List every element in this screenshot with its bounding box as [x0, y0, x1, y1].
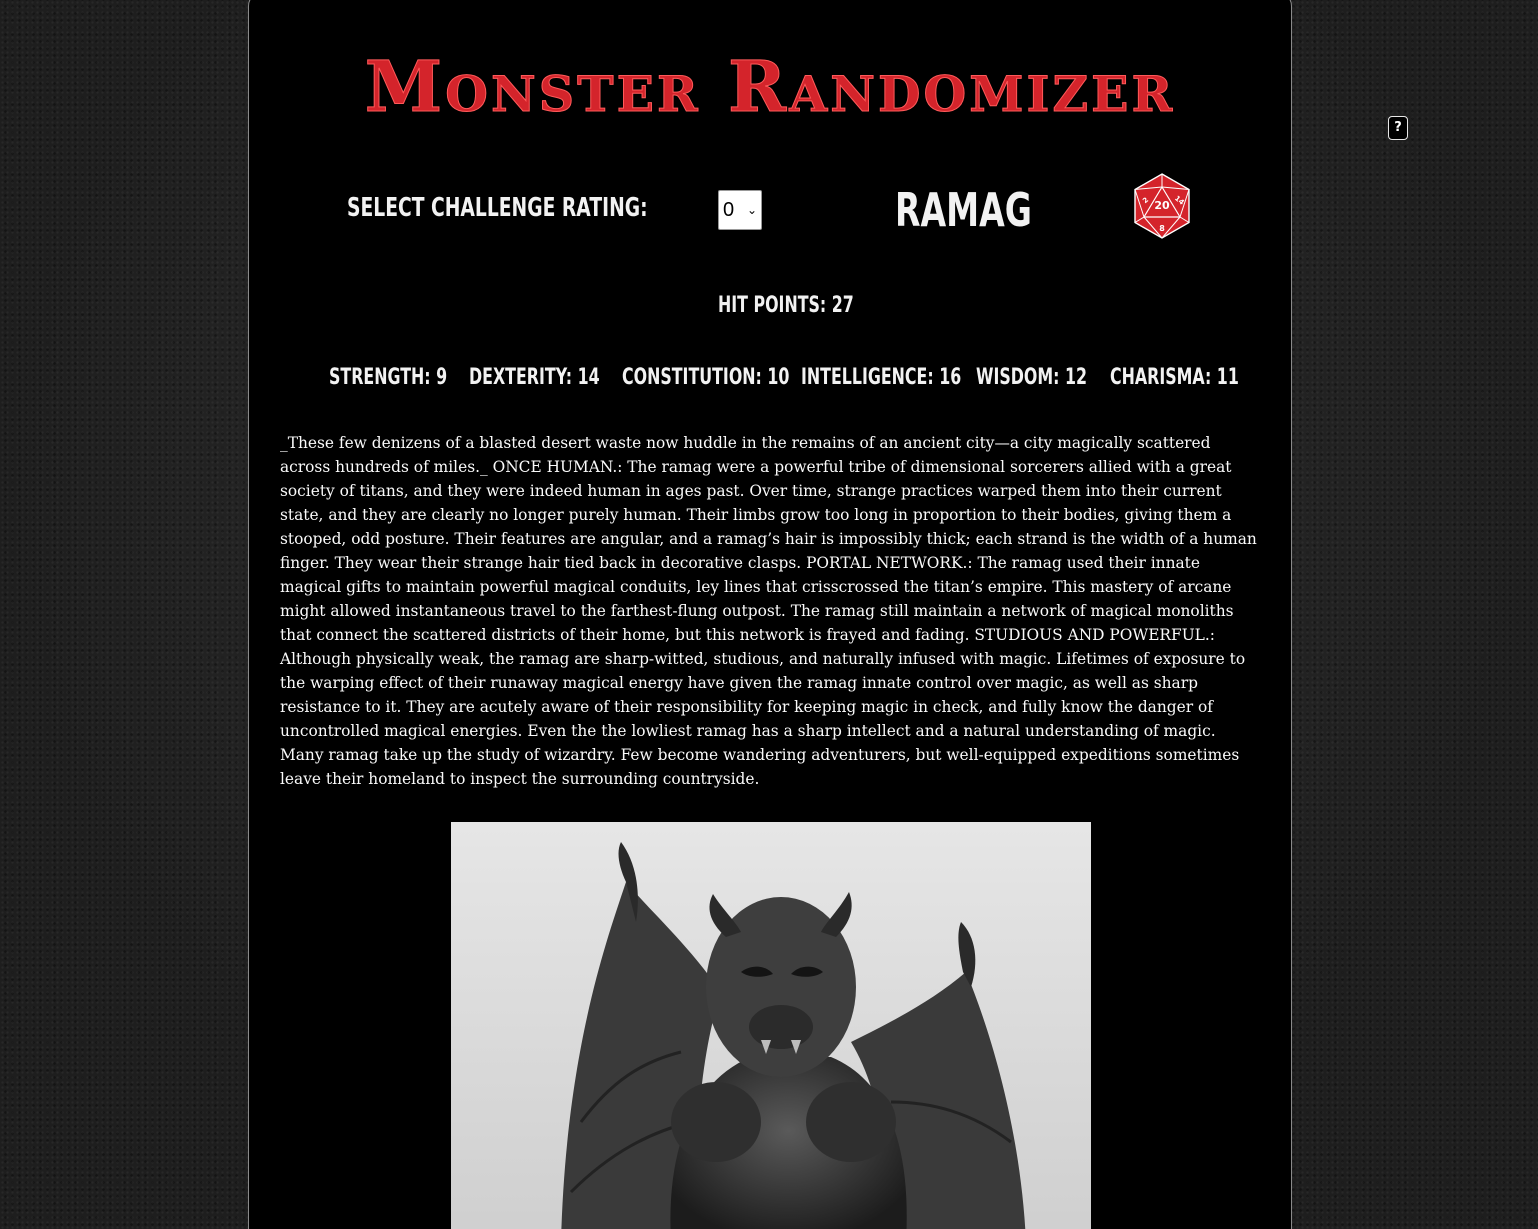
stat-constitution: Constitution: 10 — [622, 365, 790, 390]
stat-intelligence: Intelligence: 16 — [801, 365, 962, 390]
stat-strength: Strength: 9 — [329, 365, 448, 390]
main-panel: Monster Randomizer Select Challenge Rati… — [248, 0, 1292, 1229]
chevron-down-icon: ⌄ — [746, 203, 757, 217]
monster-description: _These few denizens of a blasted desert … — [280, 434, 1257, 788]
die-side-number-bottom: 8 — [1159, 224, 1165, 233]
help-icon: ? — [1394, 120, 1402, 135]
page-title: Monster Randomizer — [364, 45, 1176, 129]
stat-charisma: Charisma: 11 — [1110, 365, 1239, 390]
gargoyle-illustration — [561, 842, 1026, 1229]
challenge-rating-label: Select Challenge Rating: — [347, 193, 648, 223]
hit-points: Hit Points: 27 — [718, 293, 854, 318]
monster-image — [451, 822, 1091, 1229]
monster-name: Ramag — [895, 183, 1032, 237]
stat-dexterity: Dexterity: 14 — [469, 365, 600, 390]
challenge-rating-select[interactable]: 0 ⌄ — [718, 190, 762, 230]
d20-icon: 20 2 14 8 — [1134, 173, 1190, 239]
die-face-number: 20 — [1154, 199, 1170, 212]
ability-scores: Strength: 9 Dexterity: 14 Constitution: … — [249, 365, 1291, 393]
stat-wisdom: Wisdom: 12 — [976, 365, 1088, 390]
help-button[interactable]: ? — [1388, 116, 1408, 140]
roll-die-button[interactable]: 20 2 14 8 — [1132, 173, 1192, 239]
challenge-rating-value: 0 — [723, 199, 735, 221]
